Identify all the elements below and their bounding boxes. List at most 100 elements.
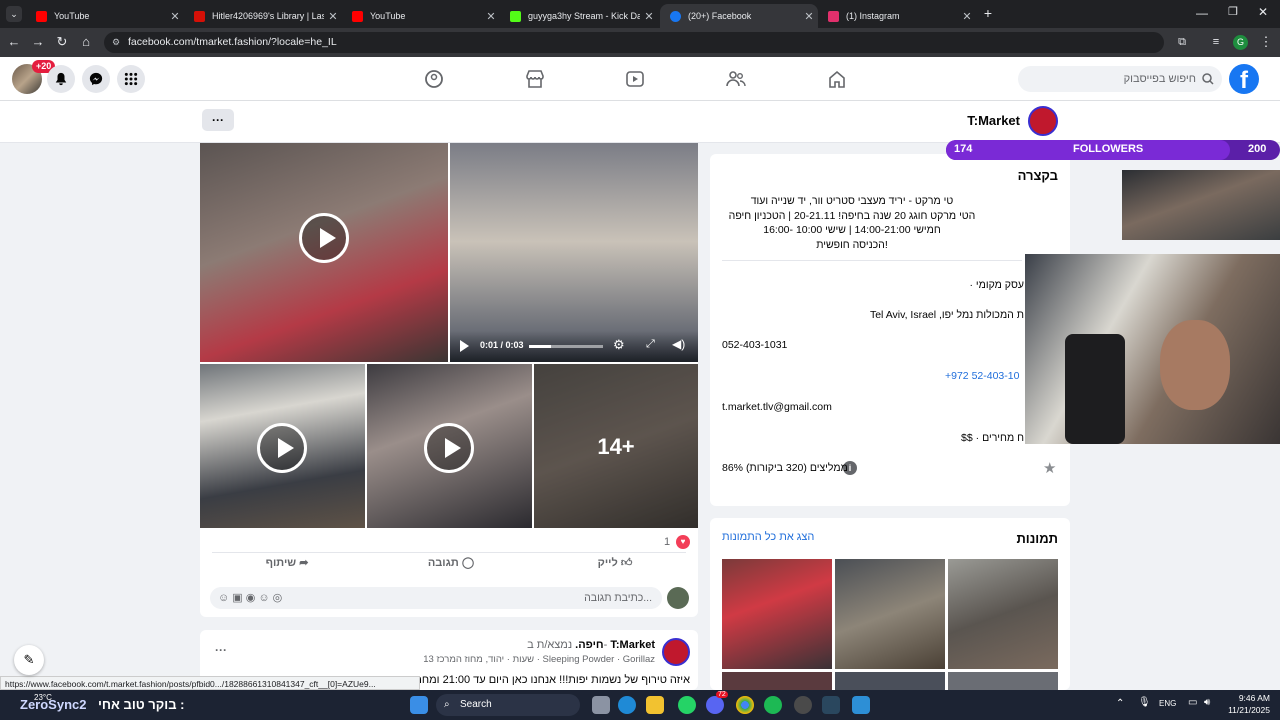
home-nav-icon[interactable] (827, 69, 847, 89)
video-progress-bar[interactable] (529, 345, 603, 348)
weather-temp[interactable]: 23°C (34, 693, 52, 702)
photo-thumb[interactable] (722, 559, 832, 669)
post-location[interactable]: חיפה. (575, 639, 603, 651)
close-icon[interactable]: ✕ (958, 10, 976, 23)
friends-icon[interactable] (726, 69, 746, 89)
restore-icon[interactable]: ❐ (1228, 5, 1238, 18)
menu-button[interactable] (117, 65, 145, 93)
post-photo-more[interactable]: 14+ (534, 364, 698, 528)
play-icon[interactable] (424, 423, 474, 473)
tab-kick[interactable]: guyyga3hy Stream - Kick Dashb✕ (500, 4, 658, 28)
site-info-icon[interactable]: ⚙ (112, 32, 120, 53)
photo-thumb[interactable] (948, 559, 1058, 669)
play-icon[interactable] (299, 213, 349, 263)
speaker-icon[interactable]: 🔊︎ (1204, 697, 1210, 708)
commenter-avatar[interactable] (667, 587, 689, 609)
marketplace-icon[interactable] (525, 69, 545, 89)
notifications-button[interactable] (47, 65, 75, 93)
minimize-icon[interactable]: — (1196, 6, 1208, 20)
photo-thumb[interactable] (835, 559, 945, 669)
url-bar[interactable]: ⚙ facebook.com/tmarket.fashion/?locale=h… (104, 32, 1164, 53)
page-title[interactable]: T:Market (960, 113, 1020, 128)
photo-thumb[interactable] (948, 672, 1058, 690)
discord-icon[interactable] (706, 696, 724, 714)
new-tab-button[interactable]: + (980, 5, 996, 23)
photo-thumb[interactable] (835, 672, 945, 690)
page-avatar[interactable] (1028, 106, 1058, 136)
forward-icon[interactable]: → (30, 34, 46, 50)
video-play-icon[interactable] (460, 340, 469, 352)
browser-menu-icon[interactable]: ⋮ (1258, 34, 1274, 50)
tab-search-button[interactable]: ⌄ (6, 6, 22, 22)
post-photo-3[interactable] (200, 364, 365, 528)
reload-icon[interactable]: ↻ (54, 34, 70, 50)
post-photo-4[interactable] (367, 364, 532, 528)
comment-input[interactable]: כתיבת תגובה... ☺ ▣ ◉ ☺ ◎ (210, 587, 662, 609)
chrome-icon[interactable] (736, 696, 754, 714)
photo-thumb[interactable] (722, 672, 832, 690)
close-icon[interactable]: ✕ (482, 10, 500, 23)
close-icon[interactable]: ✕ (166, 10, 184, 23)
tab-instagram[interactable]: (1) Instagram ✕ (818, 4, 976, 28)
about-email[interactable]: t.market.tlv@gmail.com (722, 401, 832, 413)
volume-icon[interactable]: ◀) (672, 337, 685, 351)
extensions-icon[interactable]: ⧉ (1174, 34, 1190, 50)
close-icon[interactable]: ✕ (640, 10, 658, 23)
reaction-love-icon[interactable]: ♥ (676, 535, 690, 549)
post-author-name[interactable]: T:Market (610, 639, 655, 651)
tab-lastfm[interactable]: Hitler4206969's Library | Last.fm✕ (184, 4, 342, 28)
home-icon[interactable]: ⌂ (78, 34, 94, 50)
comment-button[interactable]: תגובה ◯ (396, 556, 506, 574)
gaming-icon[interactable] (424, 69, 444, 89)
tray-chevron-icon[interactable]: ⌃ (1116, 698, 1124, 709)
photos-title[interactable]: תמונות (1016, 531, 1058, 546)
spotify-icon[interactable] (764, 696, 782, 714)
post-video-player[interactable]: 0:01 / 0:03 ⚙ ⤢ ◀) (450, 143, 698, 362)
task-view-icon[interactable] (592, 696, 610, 714)
tab-youtube-1[interactable]: YouTube ✕ (26, 4, 184, 28)
about-phone[interactable]: 052-403-1031 (722, 339, 787, 351)
back-icon[interactable]: ← (6, 34, 22, 50)
like-button[interactable]: לייק 👍︎ (560, 556, 670, 574)
about-address[interactable]: Tel Aviv, Israel ,ת המכולות נמל יפו (870, 309, 1024, 321)
microphone-icon[interactable]: 🎙︎ (1138, 697, 1151, 708)
media-icon[interactable]: ≡ (1208, 34, 1224, 50)
fullscreen-icon[interactable]: ⤢ (646, 338, 655, 351)
obs-icon[interactable] (794, 696, 812, 714)
post-options-button[interactable]: ··· (215, 643, 227, 657)
network-icon[interactable]: ▭ (1188, 697, 1197, 708)
close-icon[interactable]: ✕ (324, 10, 342, 23)
taskbar-search[interactable]: ⌕ Search (436, 694, 580, 716)
facebook-search-input[interactable]: חיפוש בפייסבוק (1018, 66, 1222, 92)
clock-time[interactable]: 9:46 AM (1226, 693, 1270, 703)
more-options-button[interactable]: ··· (202, 109, 234, 131)
about-phone-intl[interactable]: +972 52-403-10 (945, 370, 1019, 382)
settings-gear-icon[interactable]: ⚙ (613, 337, 625, 353)
whatsapp-icon[interactable] (678, 696, 696, 714)
play-icon[interactable] (257, 423, 307, 473)
profile-avatar[interactable]: G (1233, 35, 1248, 50)
new-message-button[interactable]: ✎ (14, 645, 44, 675)
post-author-avatar[interactable] (662, 638, 690, 666)
windows-start-icon[interactable] (410, 696, 428, 714)
close-window-icon[interactable]: ✕ (1258, 5, 1268, 19)
language-indicator[interactable]: ENG (1159, 699, 1176, 708)
edge-icon[interactable] (618, 696, 636, 714)
messenger-button[interactable] (82, 65, 110, 93)
share-button[interactable]: שיתוף ➦ (232, 556, 342, 574)
photos-app-icon[interactable] (852, 696, 870, 714)
more-photos-count: 14+ (597, 434, 635, 459)
sticker-icon[interactable]: ☺ ▣ ◉ ☺ ◎ (218, 591, 282, 604)
reaction-count[interactable]: 1 (664, 536, 670, 548)
tab-facebook[interactable]: (20+) Facebook ✕ (660, 4, 818, 28)
video-icon[interactable] (625, 69, 645, 89)
see-all-photos-link[interactable]: הצג את כל התמונות (722, 531, 814, 543)
post-photo-1[interactable] (200, 143, 448, 362)
tab-youtube-2[interactable]: YouTube ✕ (342, 4, 500, 28)
steam-icon[interactable] (822, 696, 840, 714)
grid-menu-icon (124, 72, 138, 86)
facebook-logo[interactable]: f (1229, 64, 1259, 94)
clock-date[interactable]: 11/21/2025 (1222, 705, 1270, 715)
file-explorer-icon[interactable] (646, 696, 664, 714)
close-icon[interactable]: ✕ (800, 10, 818, 23)
